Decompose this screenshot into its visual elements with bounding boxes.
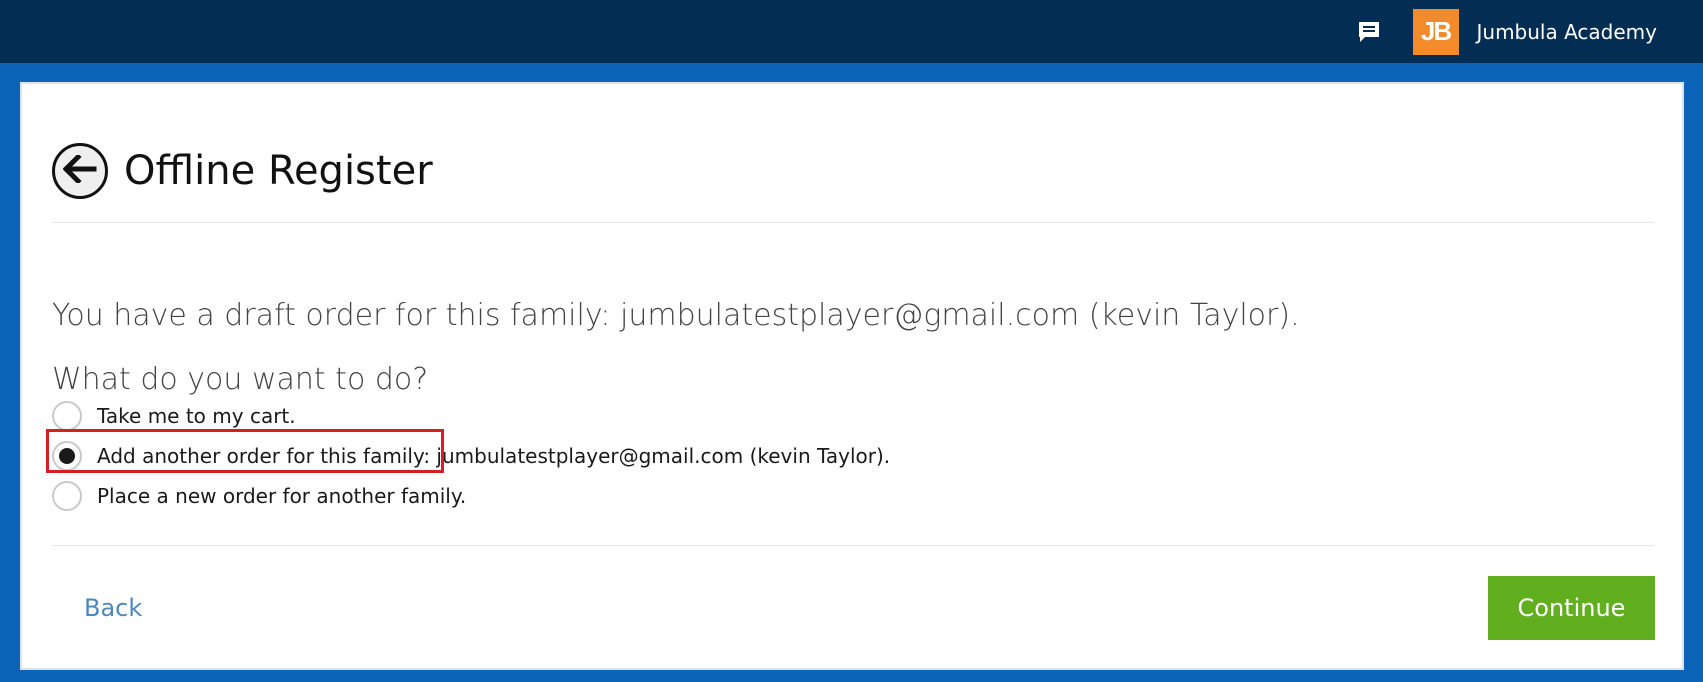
order-action-radio-group: Take me to my cart. Add another order fo… (52, 396, 890, 516)
offline-register-panel: Offline Register You have a draft order … (20, 82, 1684, 670)
radio-option-new-family-order[interactable]: Place a new order for another family. (52, 476, 890, 516)
radio-option-label: Add another order for this family: jumbu… (97, 444, 891, 468)
page-title: Offline Register (124, 147, 433, 194)
arrow-left-icon (62, 153, 97, 186)
radio-option-label: Take me to my cart. (97, 404, 296, 428)
radio-button-selected[interactable] (52, 441, 82, 471)
radio-option-cart[interactable]: Take me to my cart. (52, 396, 890, 436)
radio-button[interactable] (52, 401, 82, 431)
action-question: What do you want to do? (52, 362, 429, 397)
page-header: Offline Register (52, 124, 433, 218)
footer-divider (52, 545, 1654, 546)
continue-button[interactable]: Continue (1488, 576, 1655, 640)
top-navigation-bar: JB Jumbula Academy (0, 0, 1703, 63)
radio-option-label: Place a new order for another family. (97, 484, 467, 508)
radio-option-add-another-order[interactable]: Add another order for this family: jumbu… (52, 436, 890, 476)
chat-bubble-icon[interactable] (1357, 21, 1381, 43)
back-link[interactable]: Back (84, 594, 142, 623)
back-arrow-button[interactable] (52, 142, 108, 199)
radio-button[interactable] (52, 481, 82, 511)
header-divider (52, 222, 1654, 223)
academy-name[interactable]: Jumbula Academy (1477, 20, 1658, 44)
draft-order-message: You have a draft order for this family: … (52, 298, 1300, 333)
academy-logo[interactable]: JB (1412, 8, 1459, 55)
